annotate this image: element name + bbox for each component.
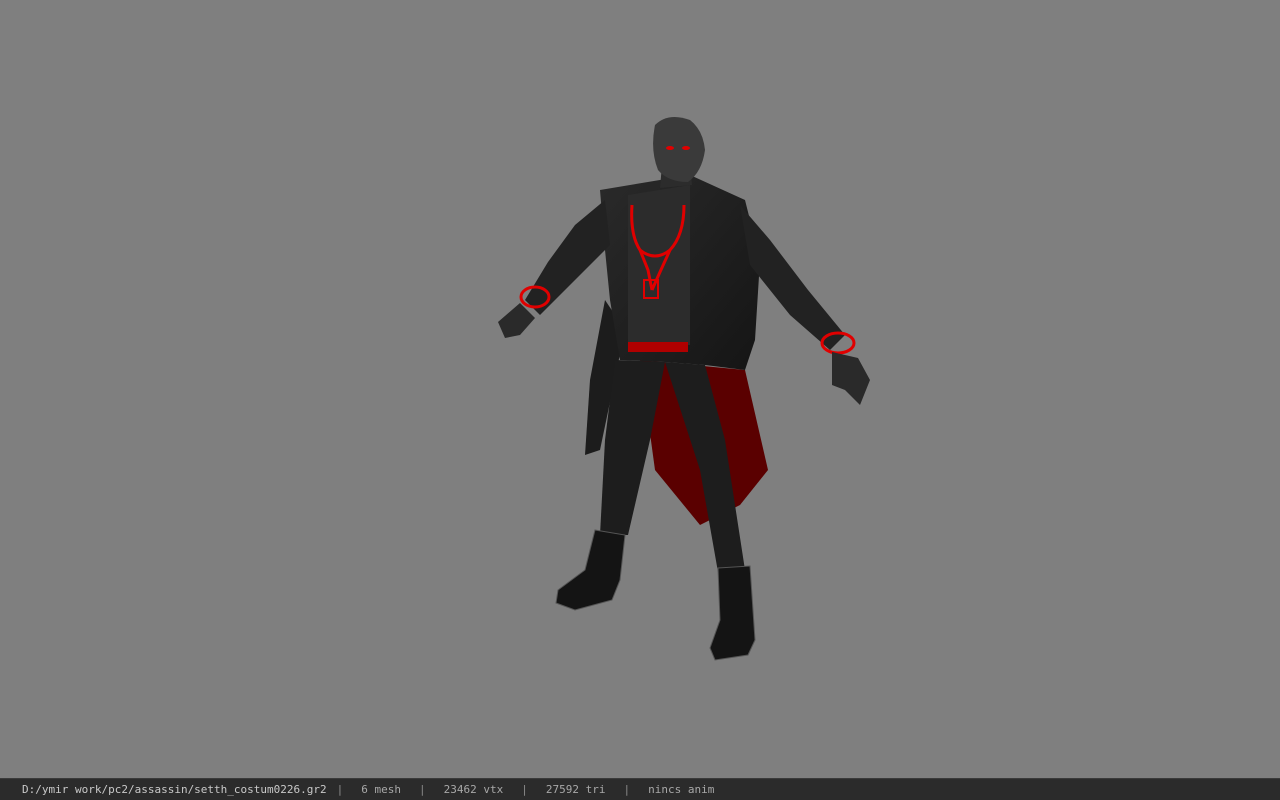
left-boot xyxy=(555,529,626,611)
left-hand xyxy=(498,303,535,338)
character-model xyxy=(498,116,870,661)
file-path: D:/ymir work/pc2/assassin/setth_costum02… xyxy=(22,783,327,796)
status-bar: D:/ymir work/pc2/assassin/setth_costum02… xyxy=(0,778,1280,800)
animation-status: nincs anim xyxy=(648,783,715,796)
head xyxy=(653,116,705,182)
right-boot xyxy=(709,565,756,661)
triangle-count: 27592 tri xyxy=(545,783,606,796)
left-eye xyxy=(666,146,674,150)
right-hand xyxy=(832,352,870,405)
separator: | xyxy=(623,783,631,796)
shirt xyxy=(628,185,690,345)
separator: | xyxy=(521,783,528,796)
vertex-count: 23462 vtx xyxy=(443,783,504,796)
separator: | xyxy=(336,783,344,796)
right-eye xyxy=(682,146,690,150)
belt xyxy=(628,342,688,352)
3d-viewport[interactable] xyxy=(0,0,1280,778)
left-arm xyxy=(525,200,610,315)
separator: | xyxy=(419,783,426,796)
mesh-count: 6 mesh xyxy=(361,783,402,796)
